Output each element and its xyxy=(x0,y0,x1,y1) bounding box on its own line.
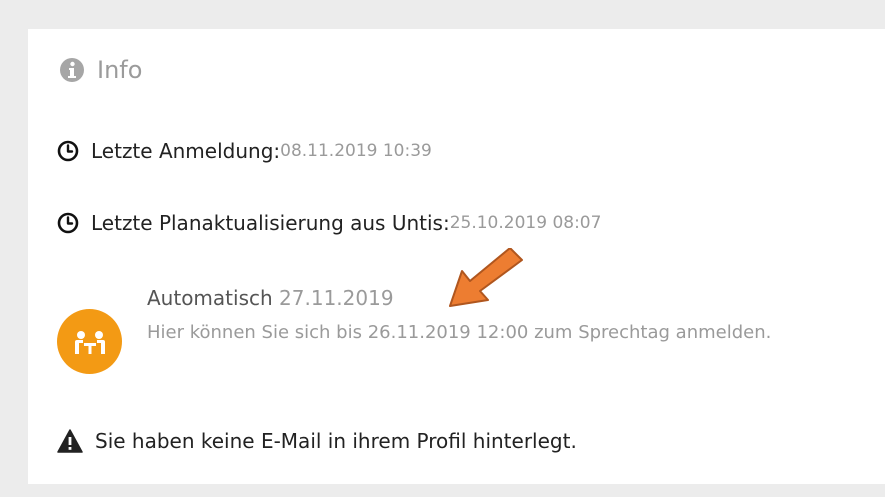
info-circle-icon xyxy=(59,57,85,83)
event-description: Hier können Sie sich bis 26.11.2019 12:0… xyxy=(147,322,772,343)
last-plan-update-row: Letzte Planaktualisierung aus Untis: 25.… xyxy=(57,211,601,235)
warning-row: Sie haben keine E-Mail in ihrem Profil h… xyxy=(57,429,577,453)
clock-icon xyxy=(57,140,79,162)
warning-text: Sie haben keine E-Mail in ihrem Profil h… xyxy=(95,429,577,453)
annotation-arrow-icon xyxy=(449,248,523,307)
warning-icon xyxy=(57,429,83,453)
event-date: 27.11.2019 xyxy=(279,286,394,310)
panel-title: Info xyxy=(97,56,143,84)
last-login-label: Letzte Anmeldung: xyxy=(91,139,281,163)
clock-icon xyxy=(57,212,79,234)
last-login-value: 08.11.2019 10:39 xyxy=(280,141,432,161)
last-plan-update-value: 25.10.2019 08:07 xyxy=(449,213,602,233)
meeting-icon xyxy=(57,309,122,374)
last-plan-update-label: Letzte Planaktualisierung aus Untis: xyxy=(91,211,450,235)
last-login-row: Letzte Anmeldung: 08.11.2019 10:39 xyxy=(57,139,432,163)
event-title: Automatisch xyxy=(147,286,273,310)
panel-header: Info xyxy=(59,56,142,84)
